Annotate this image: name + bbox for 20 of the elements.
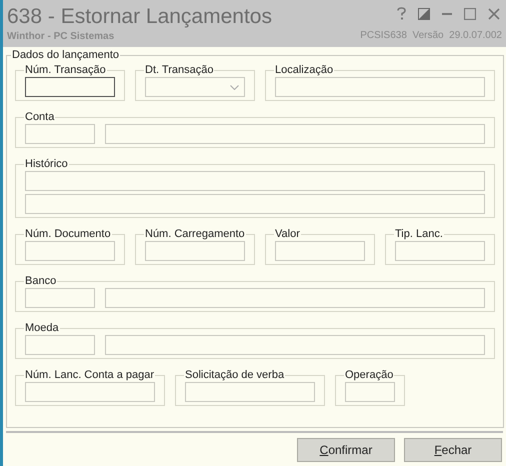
field-label: Núm. Documento <box>24 228 112 241</box>
field-label: Tip. Lanc. <box>394 228 444 241</box>
field-label: Operação <box>344 369 394 382</box>
panel-legend: Dados do lançamento <box>11 49 120 62</box>
field-label: Banco <box>24 275 58 288</box>
window-title: 638 - Estornar Lançamentos <box>7 4 272 30</box>
dialog-button[interactable]: Confirmar <box>297 438 395 462</box>
field-label: Valor <box>274 228 301 241</box>
field-label: Conta <box>24 111 56 124</box>
version-text: PCSIS638 Versão 29.0.07.002 <box>360 30 502 42</box>
field-label: Núm. Transação <box>24 64 107 77</box>
field-label: Moeda <box>24 322 60 335</box>
field-label: Dt. Transação <box>144 64 214 77</box>
field-label: Núm. Lanc. Conta a pagar <box>24 369 156 382</box>
field-label: Histórico <box>24 158 69 171</box>
dialog-button[interactable]: Fechar <box>404 438 502 462</box>
window-subtitle: Winthor - PC Sistemas <box>7 31 116 43</box>
field-label: Solicitação de verba <box>184 369 286 382</box>
field-label: Localização <box>274 64 334 77</box>
field-label: Núm. Carregamento <box>144 228 246 241</box>
